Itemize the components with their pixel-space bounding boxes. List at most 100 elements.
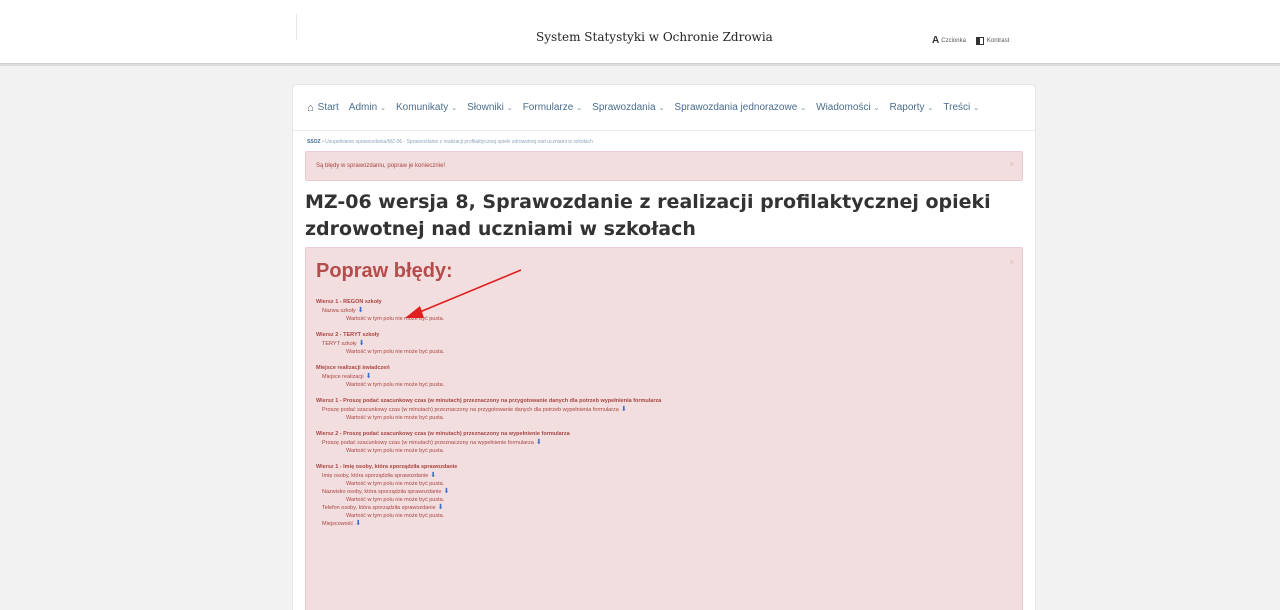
- error-group: Wiersz 1 - REGON szkoły Nazwa szkoły ⬇ Wart…: [316, 298, 1006, 323]
- chevron-down-icon: ⌄: [927, 104, 934, 112]
- error-field-label: TERYT szkoły: [322, 341, 357, 347]
- font-size-toggle[interactable]: A Czcionka: [932, 35, 966, 46]
- error-alert: Są błędy w sprawozdaniu, popraw je konie…: [305, 151, 1023, 181]
- error-group-title: Wiersz 2 - TERYT szkoły: [316, 332, 380, 338]
- error-field-link[interactable]: Proszę podać szacunkowy czas (w minutach…: [316, 439, 1006, 447]
- arrow-down-icon[interactable]: ⬇: [358, 307, 364, 314]
- error-group: Wiersz 1 - Imię osoby, która sporządziła…: [316, 463, 1006, 528]
- nav-item-raporty[interactable]: Raporty ⌄: [889, 102, 933, 113]
- nav-item-label: Admin: [348, 102, 378, 113]
- arrow-down-icon[interactable]: ⬇: [430, 472, 436, 479]
- nav-item-label: Raporty: [889, 102, 925, 113]
- chevron-down-icon: ⌄: [800, 104, 807, 112]
- error-field-link[interactable]: Nazwisko osoby, która sporządziła sprawo…: [316, 488, 1006, 496]
- arrow-down-icon[interactable]: ⬇: [621, 406, 627, 413]
- system-title: System Statystyki w Ochronie Zdrowia: [536, 30, 773, 44]
- error-group-title: Wiersz 1 - REGON szkoły: [316, 299, 382, 305]
- nav-item-sprawozdania-jednorazowe[interactable]: Sprawozdania jednorazowe ⌄: [674, 102, 806, 113]
- error-field-label: Miejsce realizacji: [322, 374, 364, 380]
- error-field-link[interactable]: Miejsce realizacji ⬇: [316, 373, 1006, 381]
- error-message: Wartość w tym polu nie może być pusta.: [346, 497, 445, 503]
- main-panel: ⌂ Start Admin ⌄ Komunikaty ⌄ Słowniki ⌄ Formular…: [292, 84, 1036, 610]
- font-size-label: Czcionka: [941, 37, 966, 44]
- page-title: MZ-06 wersja 8, Sprawozdanie z realizacj…: [305, 191, 991, 240]
- chevron-down-icon: ⌄: [380, 104, 387, 112]
- error-group: Wiersz 2 - TERYT szkoły TERYT szkoły ⬇ Wart…: [316, 331, 1006, 356]
- breadcrumb-root[interactable]: SSOZ: [307, 139, 321, 145]
- nav-item-sprawozdania[interactable]: Sprawozdania ⌄: [592, 102, 664, 113]
- error-message: Wartość w tym polu nie może być pusta.: [346, 481, 445, 487]
- arrow-down-icon[interactable]: ⬇: [359, 340, 365, 347]
- chevron-down-icon: ⌄: [451, 104, 458, 112]
- error-field-label: Imię osoby, która sporządziła sprawozdan…: [322, 473, 429, 479]
- error-alert-message: Są błędy w sprawozdaniu, popraw je konie…: [316, 163, 446, 169]
- error-field-label: Nazwisko osoby, która sporządziła sprawo…: [322, 489, 442, 495]
- nav-item-treści[interactable]: Treści ⌄: [943, 102, 979, 113]
- arrow-down-icon[interactable]: ⬇: [443, 488, 449, 495]
- nav-item-label: Komunikaty: [396, 102, 449, 113]
- error-group-title: Wiersz 1 - Imię osoby, która sporządziła…: [316, 464, 458, 470]
- errors-list: Wiersz 1 - REGON szkoły Nazwa szkoły ⬇ Wart…: [316, 298, 1006, 536]
- nav-item-label: Słowniki: [467, 102, 504, 113]
- nav-item-label: Sprawozdania jednorazowe: [674, 102, 798, 113]
- error-alert-close-button[interactable]: ×: [1009, 160, 1014, 169]
- arrow-down-icon[interactable]: ⬇: [536, 439, 542, 446]
- home-icon: ⌂: [307, 101, 314, 114]
- error-group: Miejsce realizacji świadczeń Miejsce real…: [316, 364, 1006, 389]
- error-group: Wiersz 1 - Proszę podać szacunkowy czas …: [316, 397, 1006, 422]
- error-field-link[interactable]: Proszę podać szacunkowy czas (w minutach…: [316, 406, 1006, 414]
- nav-item-komunikaty[interactable]: Komunikaty ⌄: [396, 102, 457, 113]
- nav-item-label: Treści: [943, 102, 971, 113]
- nav-item-start[interactable]: ⌂ Start: [307, 102, 339, 114]
- nav-item-label: Wiadomości: [816, 102, 871, 113]
- error-message: Wartość w tym polu nie może być pusta.: [346, 415, 445, 421]
- chevron-down-icon: ⌄: [873, 104, 880, 112]
- error-group: Wiersz 2 - Proszę podać szacunkowy czas …: [316, 430, 1006, 455]
- error-field-label: Proszę podać szacunkowy czas (w minutach…: [322, 440, 534, 446]
- error-field-label: Nazwa szkoły: [322, 308, 356, 314]
- nav-item-admin[interactable]: Admin ⌄: [349, 102, 386, 113]
- breadcrumb-separator: •: [322, 139, 324, 145]
- arrow-down-icon[interactable]: ⬇: [366, 373, 372, 380]
- nav-item-label: Start: [317, 102, 339, 113]
- nav-item-label: Formularze: [522, 102, 574, 113]
- chevron-down-icon: ⌄: [576, 104, 583, 112]
- accessibility-controls: A Czcionka Kontrast: [932, 35, 1019, 46]
- logo-divider: [296, 14, 297, 40]
- nav-item-formularze[interactable]: Formularze ⌄: [523, 102, 582, 113]
- top-header: System Statystyki w Ochronie Zdrowia A C…: [0, 0, 1280, 64]
- error-field-label: Miejscowość: [322, 521, 354, 527]
- error-group-title: Wiersz 2 - Proszę podać szacunkowy czas …: [316, 431, 570, 437]
- error-field-link[interactable]: TERYT szkoły ⬇: [316, 340, 1006, 348]
- breadcrumb-path: Uzupełnianie sprawozdania/MZ-06 - Sprawo…: [325, 139, 593, 145]
- chevron-down-icon: ⌄: [506, 104, 513, 112]
- contrast-toggle[interactable]: Kontrast: [975, 36, 1010, 45]
- error-message: Wartość w tym polu nie może być pusta.: [346, 349, 445, 355]
- font-size-icon: A: [932, 35, 940, 46]
- errors-heading: Popraw błędy:: [316, 260, 453, 282]
- error-field-link[interactable]: Nazwa szkoły ⬇: [316, 307, 1006, 315]
- error-field-link[interactable]: Telefon osoby, która sporządziła sprawoz…: [316, 504, 1006, 512]
- error-field-label: Proszę podać szacunkowy czas (w minutach…: [322, 407, 619, 413]
- error-field-link[interactable]: Imię osoby, która sporządziła sprawozdan…: [316, 472, 1006, 480]
- arrow-down-icon[interactable]: ⬇: [438, 504, 444, 511]
- contrast-icon: [975, 36, 984, 45]
- nav-item-słowniki[interactable]: Słowniki ⌄: [467, 102, 513, 113]
- chevron-down-icon: ⌄: [658, 104, 665, 112]
- error-group-title: Miejsce realizacji świadczeń: [316, 365, 390, 371]
- error-message: Wartość w tym polu nie może być pusta.: [346, 513, 445, 519]
- error-message: Wartość w tym polu nie może być pusta.: [346, 448, 445, 454]
- header-separator: [0, 64, 1280, 66]
- nav-item-label: Sprawozdania: [592, 102, 656, 113]
- arrow-down-icon[interactable]: ⬇: [355, 520, 361, 527]
- nav-item-wiadomości[interactable]: Wiadomości ⌄: [816, 102, 879, 113]
- chevron-down-icon: ⌄: [973, 104, 980, 112]
- error-message: Wartość w tym polu nie może być pusta.: [346, 382, 445, 388]
- error-group-title: Wiersz 1 - Proszę podać szacunkowy czas …: [316, 398, 662, 404]
- breadcrumb: SSOZ • Uzupełnianie sprawozdania/MZ-06 -…: [307, 139, 593, 145]
- contrast-label: Kontrast: [986, 37, 1010, 44]
- main-navbar: ⌂ Start Admin ⌄ Komunikaty ⌄ Słowniki ⌄ Formular…: [293, 85, 1035, 131]
- error-field-link[interactable]: Miejscowość ⬇: [316, 520, 1006, 528]
- errors-panel-close-button[interactable]: ×: [1009, 258, 1014, 267]
- error-message: Wartość w tym polu nie może być pusta.: [346, 316, 445, 322]
